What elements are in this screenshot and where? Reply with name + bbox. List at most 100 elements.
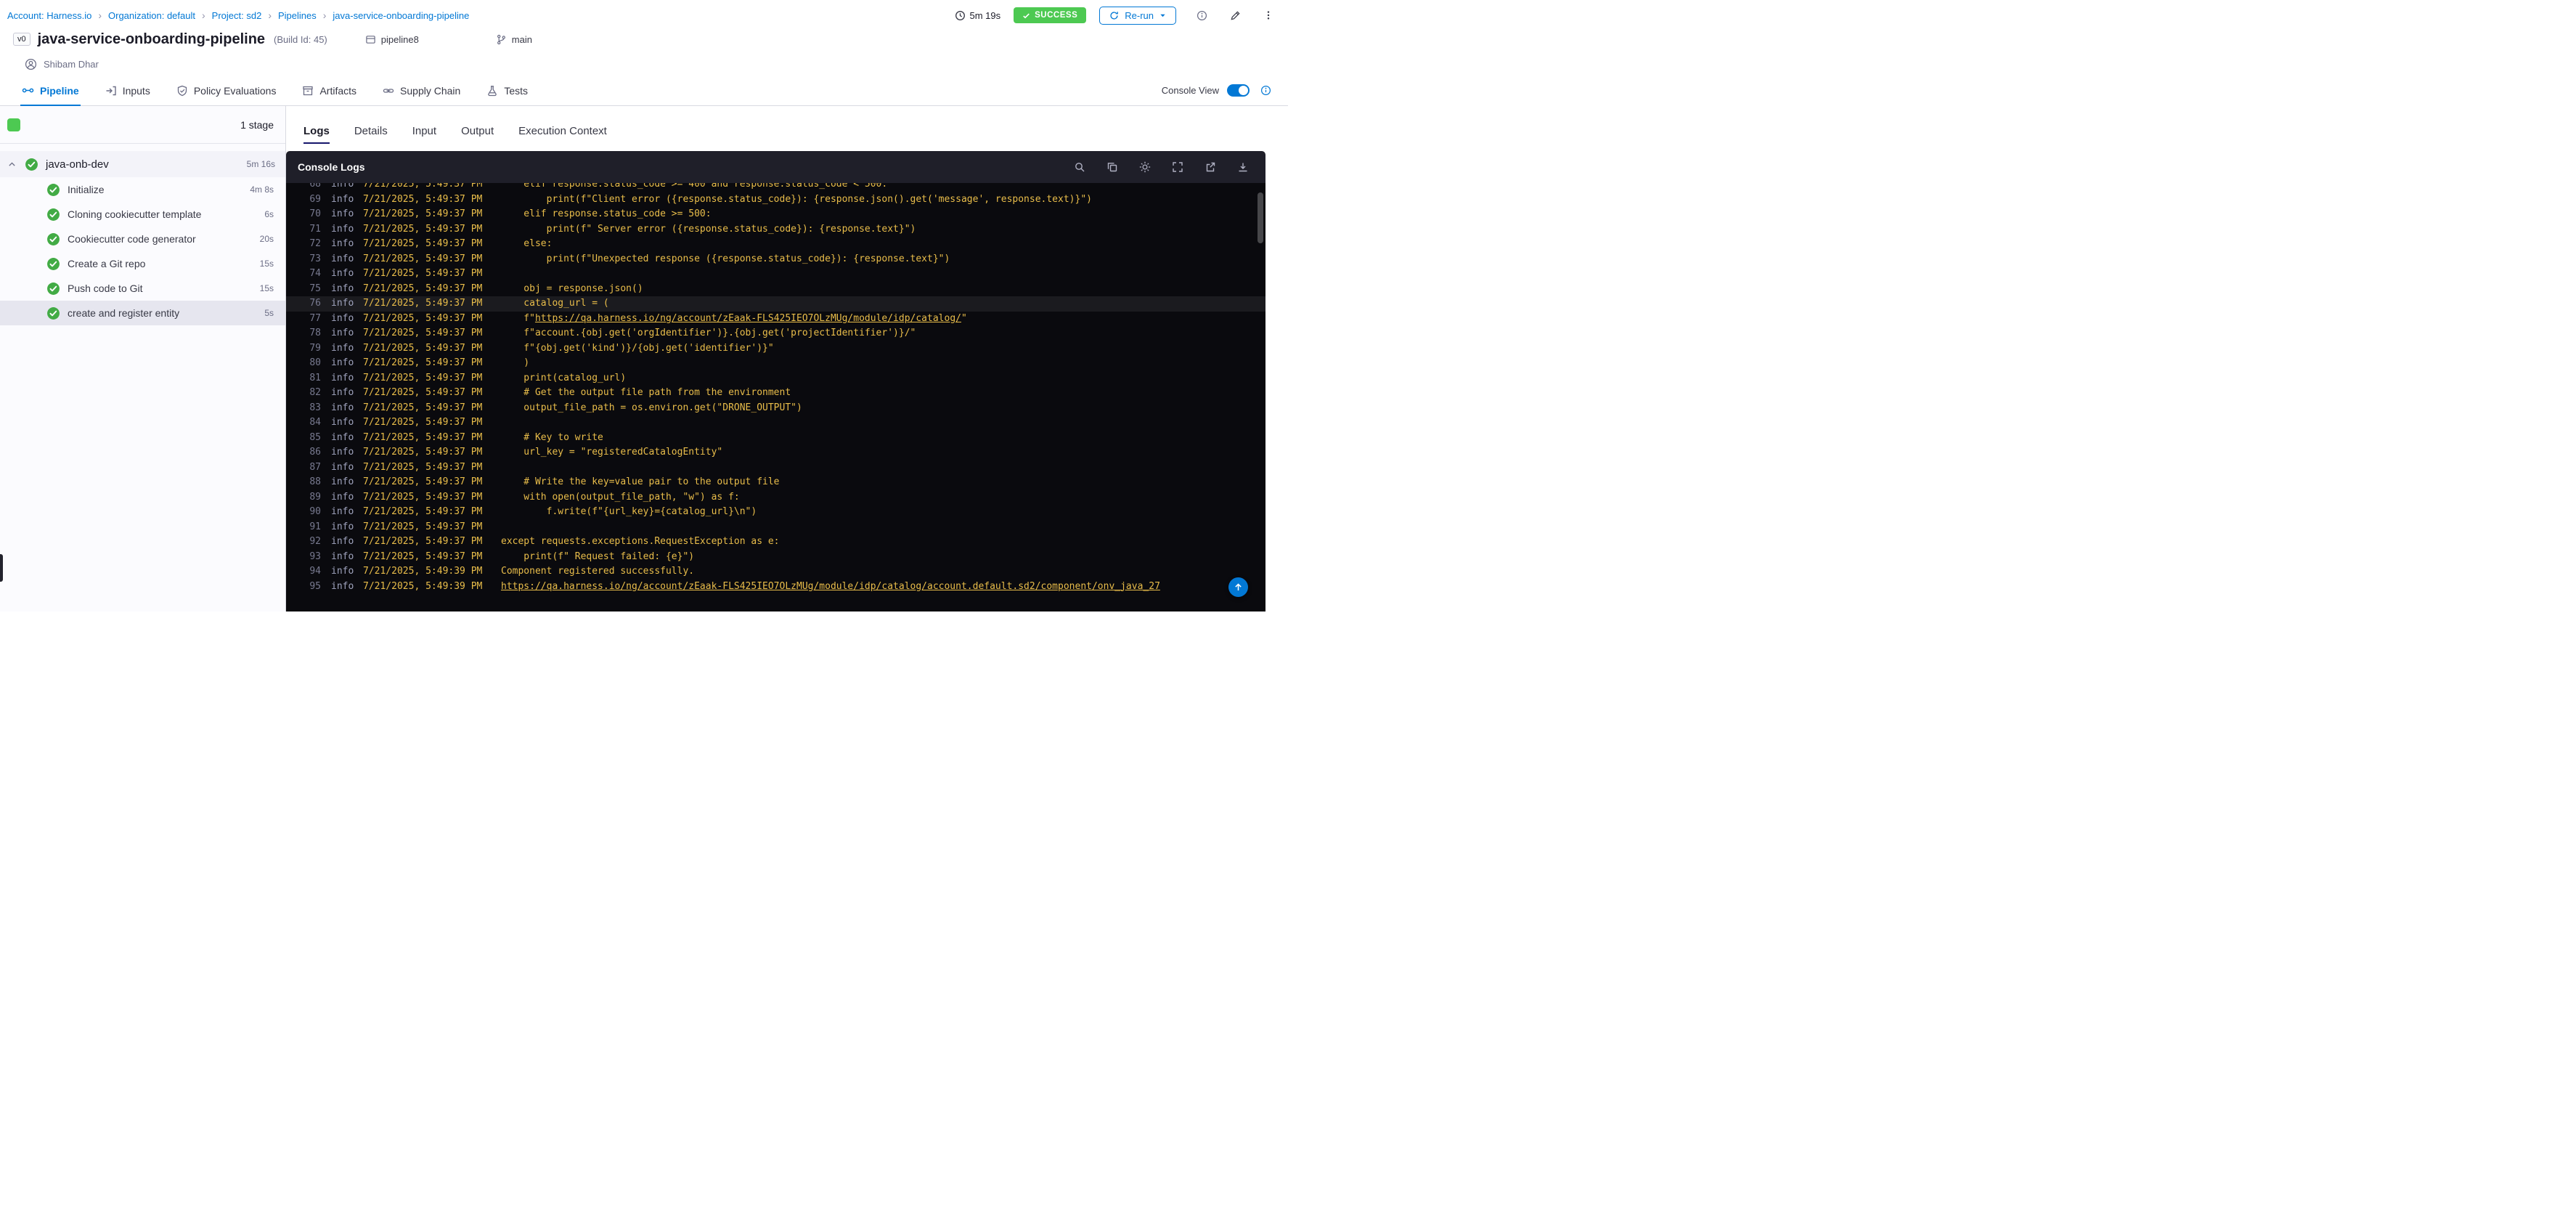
step-duration: 6s: [264, 209, 274, 219]
log-level: info: [331, 387, 354, 398]
log-link[interactable]: https://qa.harness.io/ng/account/zEaak-F…: [535, 313, 961, 324]
main-tab-bar: Pipeline Inputs Policy Evaluations Artifact…: [0, 76, 1288, 106]
rerun-button[interactable]: Re-run: [1099, 6, 1176, 25]
line-number: 74: [309, 268, 321, 279]
log-text: elif response.status_code >= 400 and res…: [501, 183, 888, 190]
log-level: info: [331, 372, 354, 383]
info-icon[interactable]: [1194, 7, 1210, 23]
breadcrumb-link[interactable]: Pipelines: [278, 10, 317, 21]
log-level: info: [331, 223, 354, 235]
console-view-info-icon[interactable]: [1258, 83, 1273, 99]
log-timestamp: 7/21/2025, 5:49:37 PM: [363, 476, 483, 487]
log-timestamp: 7/21/2025, 5:49:37 PM: [363, 328, 483, 338]
scroll-to-top-button[interactable]: [1228, 577, 1248, 597]
line-number: 79: [309, 342, 321, 354]
step-cookiecutter-code-generator[interactable]: Cookiecutter code generator 20s: [0, 227, 285, 251]
tab-tests[interactable]: Tests: [486, 76, 528, 105]
breadcrumb-separator: ›: [322, 9, 327, 21]
console-header: Console Logs: [286, 151, 1265, 183]
gear-icon[interactable]: [1137, 159, 1153, 175]
exec-tab-logs[interactable]: Logs: [303, 116, 330, 145]
stage-count: 1 stage: [240, 118, 274, 131]
log-timestamp: 7/21/2025, 5:49:37 PM: [363, 298, 483, 309]
search-icon[interactable]: [1072, 159, 1088, 175]
line-number: 80: [309, 357, 321, 368]
nav-resize-handle[interactable]: [0, 554, 3, 582]
step-initialize[interactable]: Initialize 4m 8s: [0, 177, 285, 202]
edit-icon[interactable]: [1227, 7, 1243, 23]
log-level: info: [331, 536, 354, 547]
step-label: Create a Git repo: [68, 258, 146, 269]
log-timestamp: 7/21/2025, 5:49:37 PM: [363, 417, 483, 428]
tab-supply-chain[interactable]: Supply Chain: [383, 76, 460, 105]
breadcrumb-link[interactable]: Account: Harness.io: [7, 10, 91, 21]
chevron-up-icon[interactable]: [7, 160, 17, 169]
log-text: f"https://qa.harness.io/ng/account/zEaak…: [501, 312, 967, 324]
log-level: info: [331, 283, 354, 294]
scrollbar-thumb[interactable]: [1258, 192, 1263, 243]
page-title: java-service-onboarding-pipeline: [37, 31, 266, 47]
log-line: 87 info 7/21/2025, 5:49:37 PM: [286, 460, 1265, 476]
console-log-area[interactable]: 68 info 7/21/2025, 5:49:37 PM elif respons…: [286, 183, 1265, 612]
tab-policy-evaluations[interactable]: Policy Evaluations: [176, 76, 276, 105]
execution-pane: Logs Details Input Output Execution Context …: [286, 106, 1288, 612]
stage-duration: 5m 16s: [246, 159, 275, 169]
exec-tab-execution-context[interactable]: Execution Context: [518, 116, 607, 145]
breadcrumb-link[interactable]: Organization: default: [108, 10, 195, 21]
pipeline-tag[interactable]: pipeline8: [365, 34, 419, 45]
fullscreen-icon[interactable]: [1170, 159, 1186, 175]
log-level: info: [331, 357, 354, 368]
title-row: v0 java-service-onboarding-pipeline (Bui…: [7, 26, 1276, 52]
step-cloning-cookiecutter-template[interactable]: Cloning cookiecutter template 6s: [0, 202, 285, 227]
log-link[interactable]: https://qa.harness.io/ng/account/zEaak-F…: [501, 581, 1160, 592]
line-number: 75: [309, 283, 321, 294]
refresh-icon: [1109, 11, 1119, 20]
exec-tab-output[interactable]: Output: [461, 116, 494, 145]
log-level: info: [331, 208, 354, 219]
download-icon[interactable]: [1235, 159, 1251, 175]
copy-icon[interactable]: [1104, 159, 1120, 175]
tab-label: Tests: [504, 84, 528, 97]
console-view-toggle[interactable]: [1227, 84, 1250, 97]
tab-inputs[interactable]: Inputs: [105, 76, 150, 105]
log-scrollbar[interactable]: [1257, 183, 1265, 612]
tab-pipeline[interactable]: Pipeline: [20, 76, 81, 106]
log-timestamp: 7/21/2025, 5:49:37 PM: [363, 208, 483, 219]
exec-tab-details[interactable]: Details: [354, 116, 388, 145]
kebab-menu-icon[interactable]: [1260, 7, 1276, 23]
step-label: Initialize: [68, 184, 105, 195]
status-label: SUCCESS: [1035, 11, 1078, 20]
breadcrumb-link[interactable]: Project: sd2: [212, 10, 262, 21]
line-number: 91: [309, 521, 321, 532]
log-text: ): [501, 357, 530, 368]
check-circle-icon: [46, 282, 60, 296]
log-lines: 68 info 7/21/2025, 5:49:37 PM elif respons…: [286, 183, 1265, 594]
log-line: 95 info 7/21/2025, 5:49:39 PM https://qa.ha…: [286, 580, 1265, 595]
external-link-icon[interactable]: [1202, 159, 1218, 175]
log-level: info: [331, 193, 354, 205]
log-text: https://qa.harness.io/ng/account/zEaak-F…: [501, 580, 1160, 595]
line-number: 78: [309, 328, 321, 338]
exec-tab-input[interactable]: Input: [412, 116, 436, 145]
avatar: [25, 58, 37, 70]
log-level: info: [331, 521, 354, 532]
log-text: f"account.{obj.get('orgIdentifier')}.{ob…: [501, 328, 916, 338]
log-level: info: [331, 268, 354, 279]
tab-artifacts[interactable]: Artifacts: [302, 76, 356, 105]
step-create-and-register-entity[interactable]: create and register entity 5s: [0, 301, 285, 325]
line-number: 77: [309, 312, 321, 324]
step-push-code-to-git[interactable]: Push code to Git 15s: [0, 276, 285, 301]
log-timestamp: 7/21/2025, 5:49:37 PM: [363, 283, 483, 294]
log-level: info: [331, 238, 354, 249]
step-create-a-git-repo[interactable]: Create a Git repo 15s: [0, 251, 285, 276]
log-timestamp: 7/21/2025, 5:49:37 PM: [363, 223, 483, 235]
branch-indicator[interactable]: main: [496, 34, 532, 45]
line-number: 94: [309, 566, 321, 577]
log-timestamp: 7/21/2025, 5:49:37 PM: [363, 342, 483, 354]
log-line: 88 info 7/21/2025, 5:49:37 PM # Write the …: [286, 475, 1265, 490]
check-circle-icon: [46, 183, 60, 197]
line-number: 87: [309, 461, 321, 473]
stage-row[interactable]: java-onb-dev 5m 16s: [0, 151, 285, 177]
log-timestamp: 7/21/2025, 5:49:37 PM: [363, 536, 483, 547]
breadcrumb-link[interactable]: java-service-onboarding-pipeline: [333, 10, 469, 21]
